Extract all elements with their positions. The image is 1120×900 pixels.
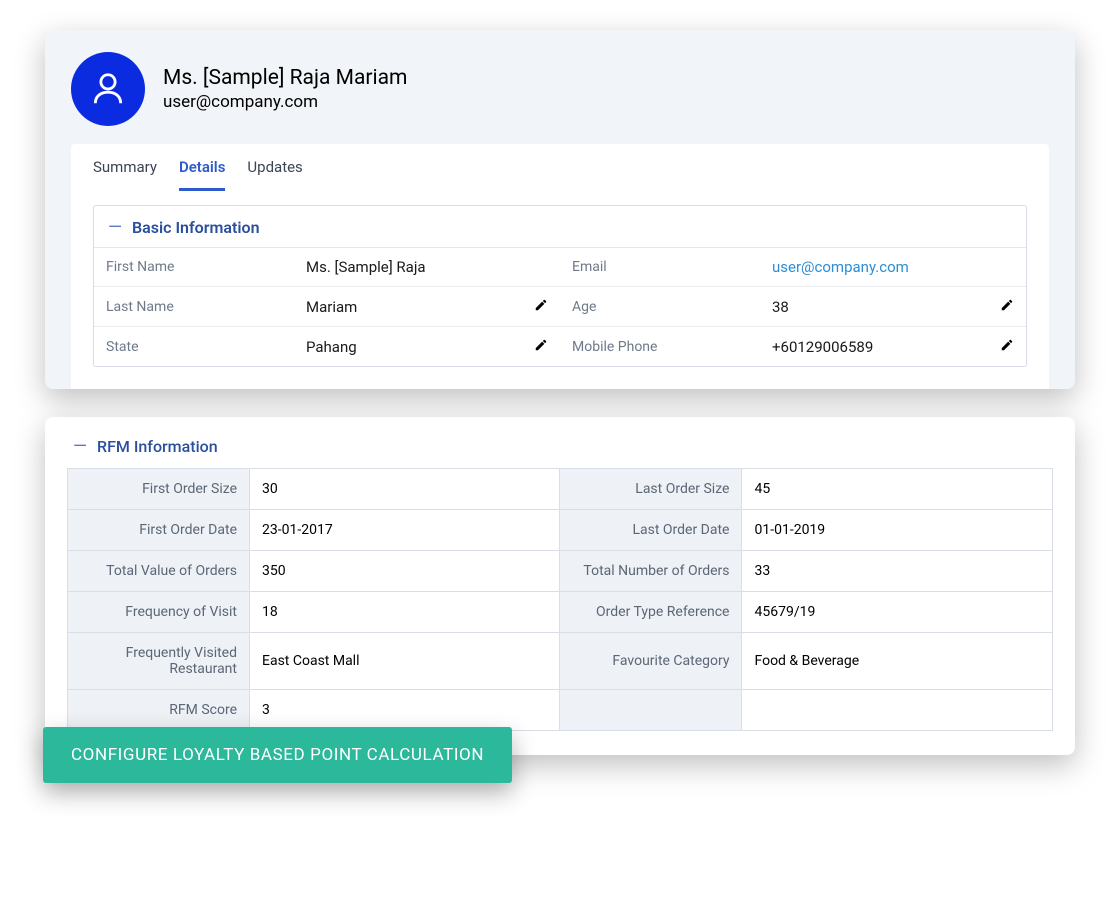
rfm-row: Total Value of Orders350Total Number of … bbox=[68, 551, 1053, 592]
rfm-label: Last Order Date bbox=[560, 510, 742, 551]
edit-icon[interactable] bbox=[520, 297, 548, 316]
rfm-value: East Coast Mall bbox=[250, 633, 560, 690]
rfm-row: First Order Size30Last Order Size45 bbox=[68, 469, 1053, 510]
field-pair: Mobile Phone+60129006589 bbox=[560, 327, 1026, 366]
rfm-title-row[interactable]: — RFM Information bbox=[67, 437, 1053, 468]
field-label: Mobile Phone bbox=[572, 339, 772, 355]
rfm-value: Food & Beverage bbox=[742, 633, 1053, 690]
rfm-row: Frequently Visited RestaurantEast Coast … bbox=[68, 633, 1053, 690]
field-label: First Name bbox=[106, 259, 306, 275]
rfm-card: — RFM Information First Order Size30Last… bbox=[45, 417, 1075, 755]
field-value: Pahang bbox=[306, 338, 520, 356]
rfm-label bbox=[560, 690, 742, 731]
field-label: Email bbox=[572, 259, 772, 275]
basic-info-row: Last NameMariamAge38 bbox=[94, 286, 1026, 326]
rfm-label: Total Value of Orders bbox=[68, 551, 250, 592]
tab-updates[interactable]: Updates bbox=[247, 158, 302, 191]
profile-header: Ms. [Sample] Raja Mariam user@company.co… bbox=[71, 52, 1049, 140]
edit-icon[interactable] bbox=[986, 297, 1014, 316]
basic-info-wrap: — Basic Information First NameMs. [Sampl… bbox=[71, 191, 1049, 389]
field-pair: Age38 bbox=[560, 287, 1026, 326]
rfm-title: RFM Information bbox=[97, 437, 218, 456]
rfm-label: Favourite Category bbox=[560, 633, 742, 690]
collapse-icon: — bbox=[73, 440, 87, 454]
rfm-row: RFM Score3 bbox=[68, 690, 1053, 731]
profile-card: Ms. [Sample] Raja Mariam user@company.co… bbox=[45, 30, 1075, 389]
rfm-label: Last Order Size bbox=[560, 469, 742, 510]
person-icon bbox=[89, 70, 127, 108]
edit-icon[interactable] bbox=[986, 337, 1014, 356]
field-value: +60129006589 bbox=[772, 338, 986, 356]
rfm-value: 18 bbox=[250, 592, 560, 633]
basic-info-title-row[interactable]: — Basic Information bbox=[94, 206, 1026, 248]
profile-name: Ms. [Sample] Raja Mariam bbox=[163, 66, 407, 90]
field-value: 38 bbox=[772, 298, 986, 316]
rfm-row: First Order Date23-01-2017Last Order Dat… bbox=[68, 510, 1053, 551]
collapse-icon: — bbox=[108, 221, 122, 235]
tabs: Summary Details Updates bbox=[71, 144, 1049, 191]
field-pair: Emailuser@company.com bbox=[560, 248, 1026, 286]
rfm-value: 3 bbox=[250, 690, 560, 731]
rfm-label: Total Number of Orders bbox=[560, 551, 742, 592]
rfm-row: Frequency of Visit18Order Type Reference… bbox=[68, 592, 1053, 633]
rfm-value: 45679/19 bbox=[742, 592, 1053, 633]
field-label: State bbox=[106, 339, 306, 355]
tab-summary[interactable]: Summary bbox=[93, 158, 157, 191]
rfm-value: 350 bbox=[250, 551, 560, 592]
rfm-label: First Order Size bbox=[68, 469, 250, 510]
field-value[interactable]: user@company.com bbox=[772, 258, 986, 276]
rfm-label: RFM Score bbox=[68, 690, 250, 731]
profile-email: user@company.com bbox=[163, 92, 407, 112]
field-label: Last Name bbox=[106, 299, 306, 315]
rfm-table: First Order Size30Last Order Size45First… bbox=[67, 468, 1053, 731]
rfm-value: 45 bbox=[742, 469, 1053, 510]
field-pair: StatePahang bbox=[94, 327, 560, 366]
basic-info-row: StatePahangMobile Phone+60129006589 bbox=[94, 326, 1026, 366]
rfm-value: 23-01-2017 bbox=[250, 510, 560, 551]
rfm-value bbox=[742, 690, 1053, 731]
basic-info-title: Basic Information bbox=[132, 218, 260, 237]
field-value: Mariam bbox=[306, 298, 520, 316]
rfm-label: Frequently Visited Restaurant bbox=[68, 633, 250, 690]
rfm-label: First Order Date bbox=[68, 510, 250, 551]
profile-text: Ms. [Sample] Raja Mariam user@company.co… bbox=[163, 66, 407, 112]
tab-details[interactable]: Details bbox=[179, 158, 225, 191]
basic-info-row: First NameMs. [Sample] RajaEmailuser@com… bbox=[94, 248, 1026, 286]
edit-icon[interactable] bbox=[520, 337, 548, 356]
rfm-value: 33 bbox=[742, 551, 1053, 592]
rfm-label: Frequency of Visit bbox=[68, 592, 250, 633]
field-label: Age bbox=[572, 299, 772, 315]
rfm-value: 30 bbox=[250, 469, 560, 510]
configure-loyalty-button[interactable]: CONFIGURE LOYALTY BASED POINT CALCULATIO… bbox=[43, 727, 512, 783]
avatar bbox=[71, 52, 145, 126]
field-pair: Last NameMariam bbox=[94, 287, 560, 326]
field-pair: First NameMs. [Sample] Raja bbox=[94, 248, 560, 286]
rfm-label: Order Type Reference bbox=[560, 592, 742, 633]
rfm-value: 01-01-2019 bbox=[742, 510, 1053, 551]
field-value: Ms. [Sample] Raja bbox=[306, 258, 520, 276]
basic-info-section: — Basic Information First NameMs. [Sampl… bbox=[93, 205, 1027, 367]
